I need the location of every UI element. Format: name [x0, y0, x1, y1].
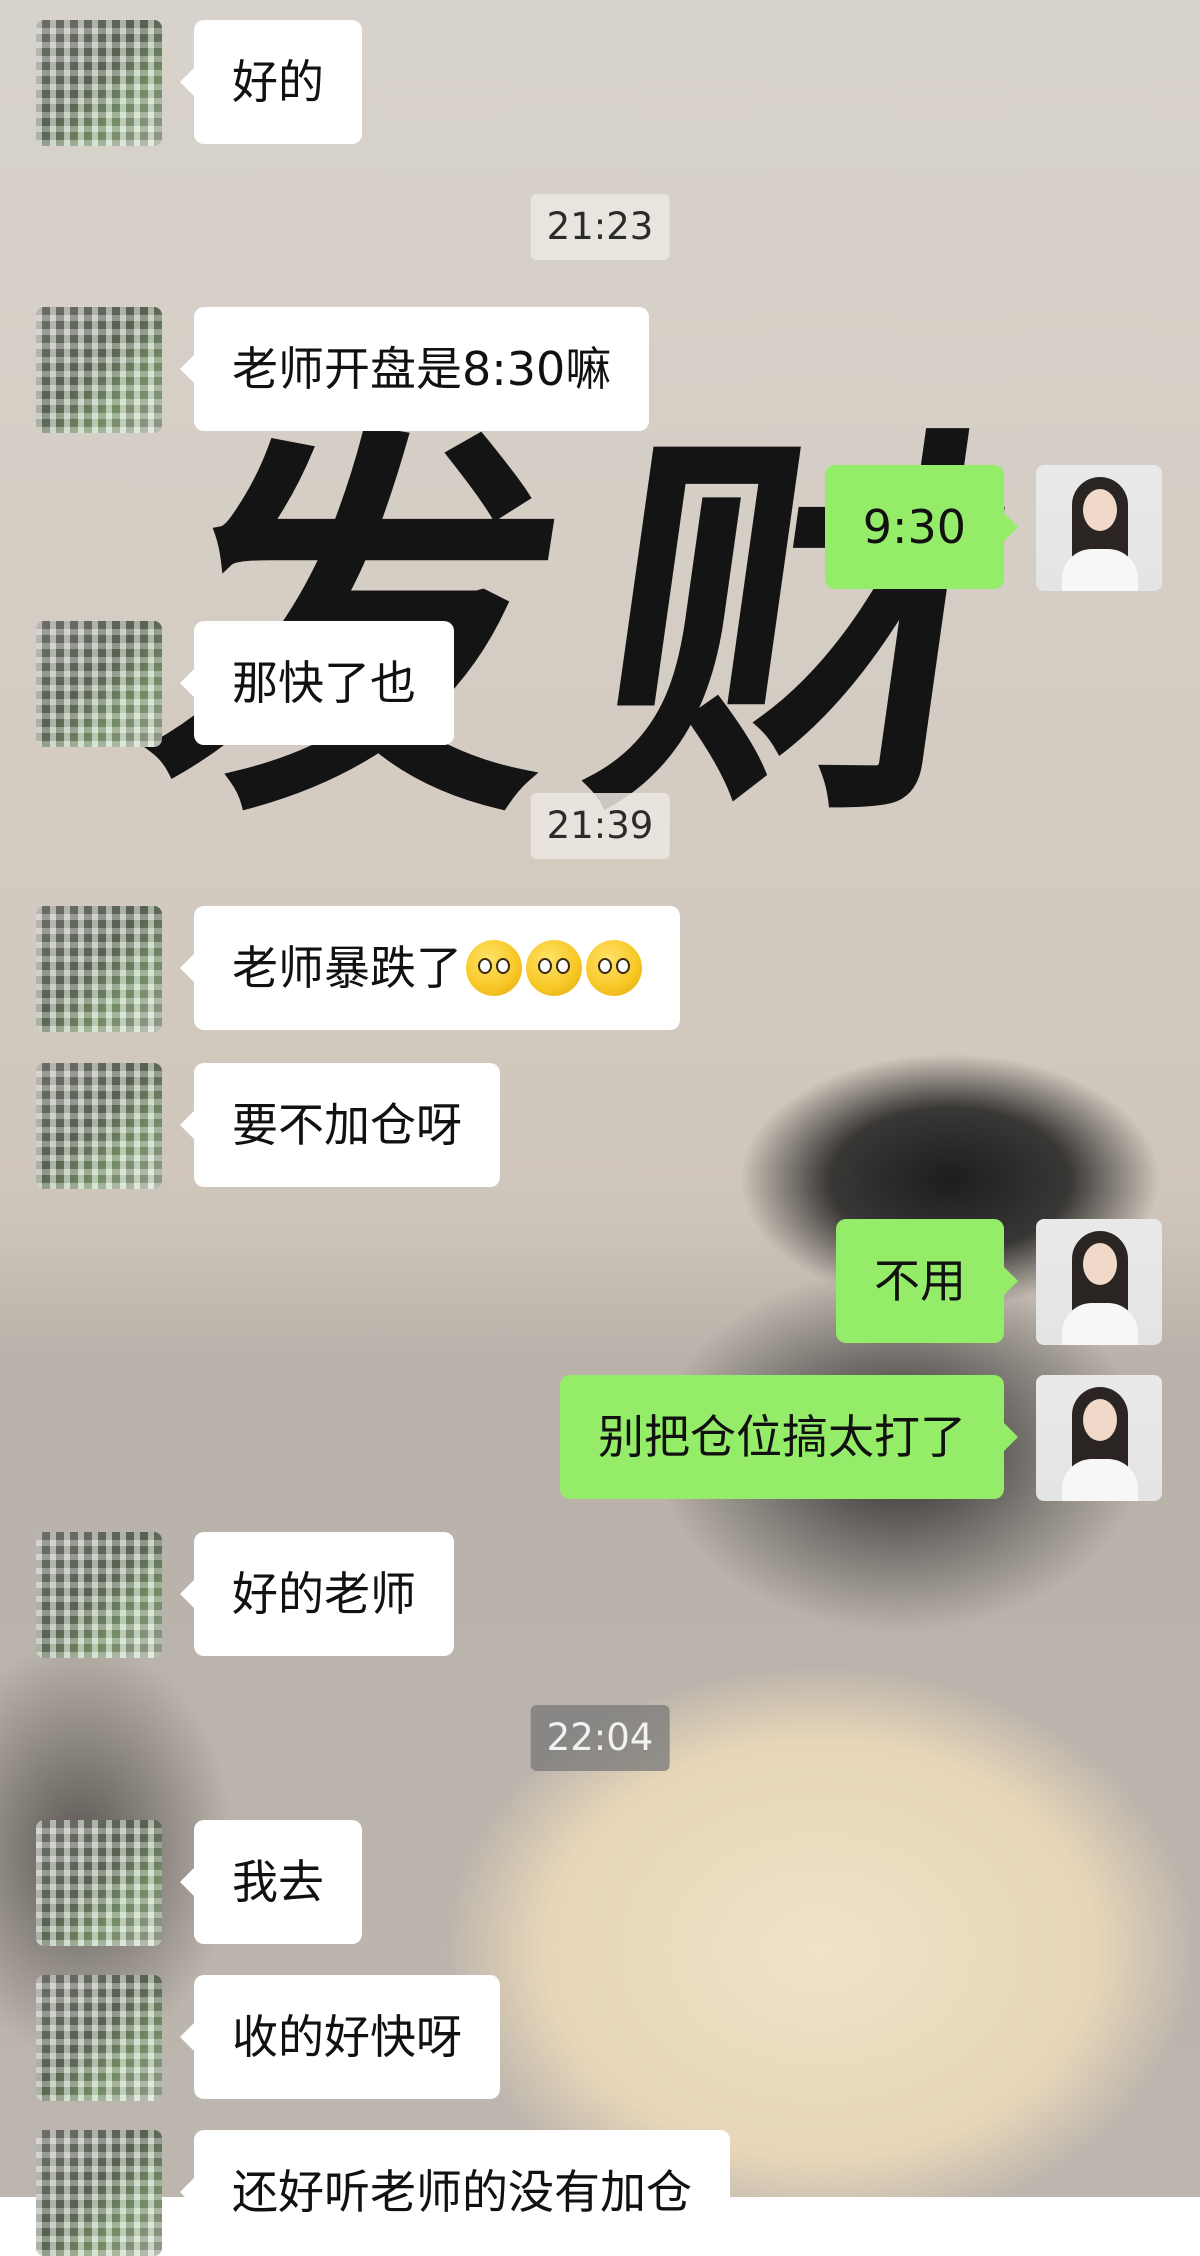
message-bubble[interactable]: 老师暴跌了 [180, 906, 680, 1030]
message-bubble[interactable]: 收的好快呀 [180, 1975, 500, 2099]
contact-avatar[interactable] [36, 2130, 162, 2256]
message-bubble[interactable]: 要不加仓呀 [180, 1063, 500, 1187]
timestamp: 21:39 [530, 793, 670, 859]
contact-avatar[interactable] [36, 1532, 162, 1658]
avatar-shirt [1062, 549, 1138, 591]
contact-avatar[interactable] [36, 621, 162, 747]
avatar-face [1083, 489, 1117, 531]
contact-avatar[interactable] [36, 906, 162, 1032]
message-bubble[interactable]: 好的老师 [180, 1532, 454, 1656]
message-bubble[interactable]: 还好听老师的没有加仓 [180, 2130, 730, 2254]
pleading-face-emoji [586, 939, 642, 996]
pleading-face-emoji [526, 939, 582, 996]
avatar-shirt [1062, 1459, 1138, 1501]
my-avatar[interactable] [1036, 1219, 1162, 1345]
contact-avatar[interactable] [36, 1820, 162, 1946]
contact-avatar[interactable] [36, 1063, 162, 1189]
avatar-face [1083, 1243, 1117, 1285]
pleading-face-emoji [466, 939, 522, 996]
message-bubble[interactable]: 别把仓位搞太打了 [560, 1375, 1018, 1499]
message-bubble[interactable]: 好的 [180, 20, 362, 144]
message-bubble[interactable]: 不用 [836, 1219, 1018, 1343]
avatar-shirt [1062, 1303, 1138, 1345]
timestamp: 21:23 [530, 194, 670, 260]
message-bubble[interactable]: 老师开盘是8:30嘛 [179, 307, 650, 431]
my-avatar[interactable] [1036, 465, 1162, 591]
avatar-face [1083, 1399, 1117, 1441]
message-text: 老师暴跌了 [232, 941, 462, 995]
message-bubble[interactable]: 那快了也 [180, 621, 454, 745]
message-bubble[interactable]: 9:30 [824, 465, 1019, 589]
contact-avatar[interactable] [36, 307, 162, 433]
message-bubble[interactable]: 我去 [180, 1820, 362, 1944]
my-avatar[interactable] [1036, 1375, 1162, 1501]
contact-avatar[interactable] [36, 1975, 162, 2101]
contact-avatar[interactable] [36, 20, 162, 146]
timestamp: 22:04 [530, 1705, 670, 1771]
